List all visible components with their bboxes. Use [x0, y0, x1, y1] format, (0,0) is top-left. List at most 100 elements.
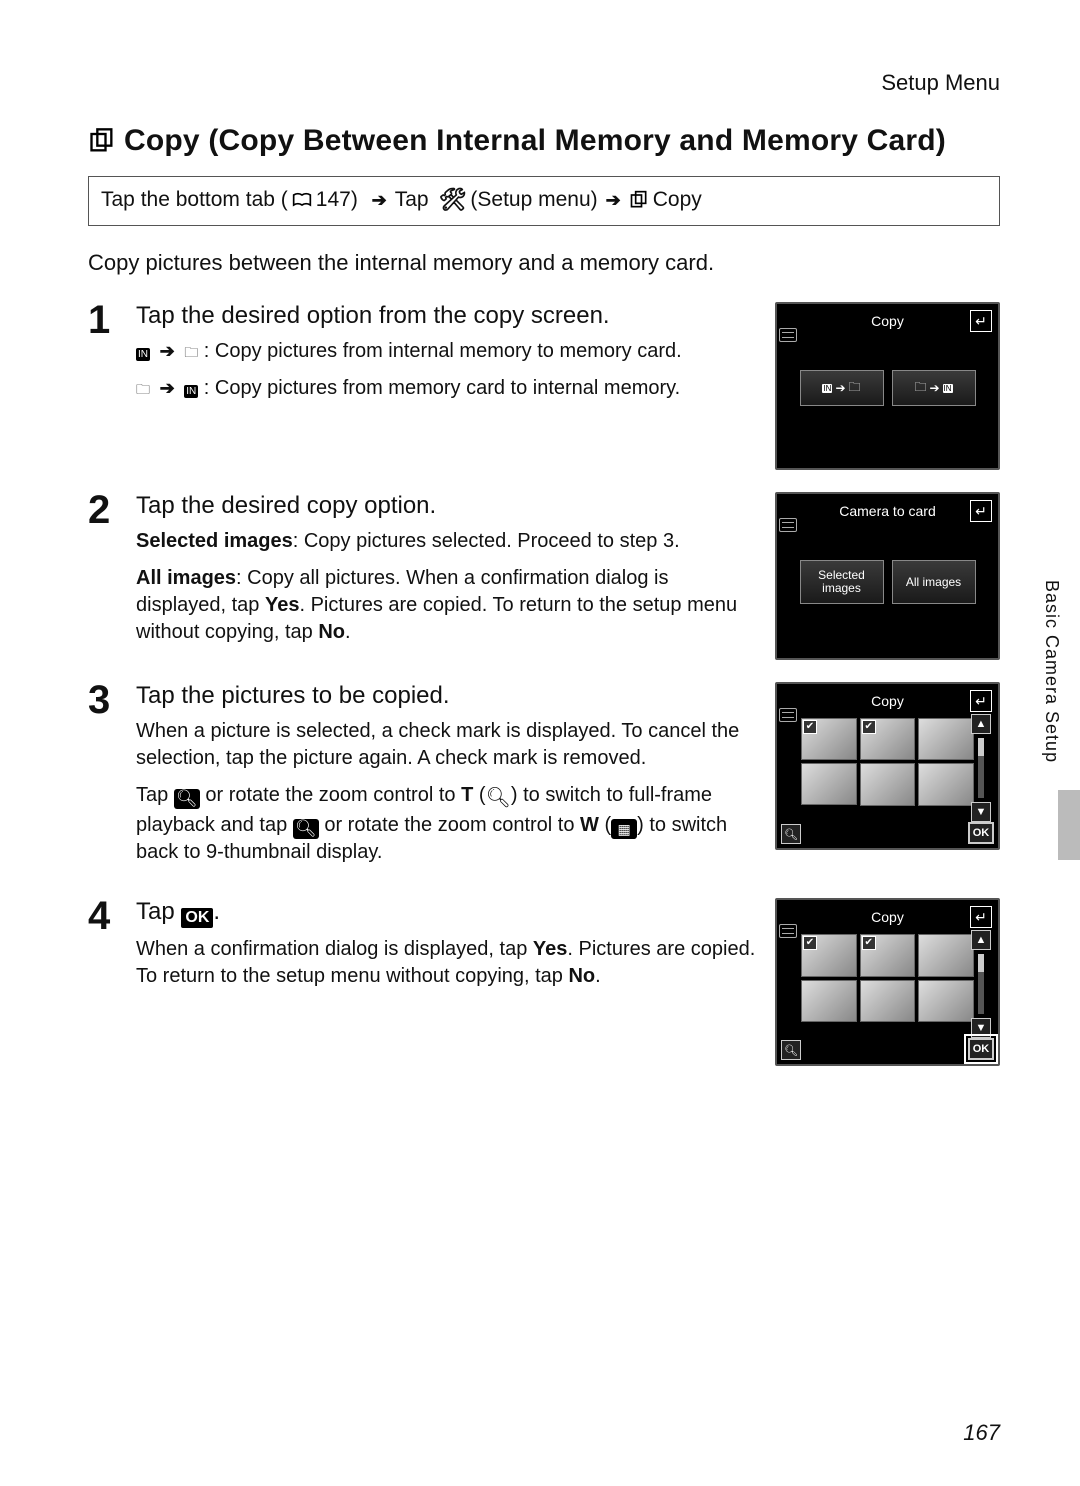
s1l2: : Copy pictures from memory card to inte…	[204, 377, 680, 399]
arrow-icon: ➔	[160, 341, 175, 361]
bc-ref: 147)	[316, 188, 364, 212]
scroll-down-icon[interactable]: ▼	[971, 1018, 991, 1038]
zoom-icon[interactable]: 🔍︎	[781, 1040, 801, 1060]
menu-icon[interactable]	[779, 518, 797, 532]
s2-no: No	[318, 621, 345, 643]
thumbnail[interactable]: ✔	[860, 718, 916, 760]
thumbnail[interactable]	[918, 718, 974, 760]
magnify-icon: 🔍︎	[486, 785, 511, 812]
copy-icon	[629, 190, 649, 210]
side-tab-marker	[1058, 790, 1080, 860]
s3a: Tap	[136, 784, 174, 806]
thumbnail[interactable]: ✔	[801, 934, 857, 976]
s2-b2: All images	[136, 567, 236, 589]
all-images-button[interactable]: All images	[892, 560, 976, 604]
title-text: Copy (Copy Between Internal Memory and M…	[124, 124, 946, 158]
lcd4-title: Copy	[871, 909, 904, 925]
s3d: (	[473, 784, 485, 806]
copy-in-to-card-button[interactable]: IN➔🗀︎	[800, 370, 884, 406]
bc-t2: Tap	[395, 188, 435, 212]
card-icon: 🗀︎	[136, 381, 150, 397]
thumbnail[interactable]	[918, 980, 974, 1022]
scrollbar[interactable]	[978, 738, 984, 798]
thumbnail[interactable]: ✔	[860, 934, 916, 976]
lcd-thumbnail-select: Copy ↵ ✔ ✔ 🔍︎ ▲ ▼ OK	[775, 682, 1000, 850]
in-chip-icon: IN	[136, 348, 150, 361]
s4ha: Tap	[136, 898, 181, 925]
lcd3-title: Copy	[871, 693, 904, 709]
scroll-down-icon[interactable]: ▼	[971, 802, 991, 822]
step3-p1: When a picture is selected, a check mark…	[136, 718, 757, 772]
scroll-up-icon[interactable]: ▲	[971, 930, 991, 950]
thumbnail[interactable]	[801, 763, 857, 805]
thumbnail[interactable]	[918, 763, 974, 805]
thumbnail[interactable]: ✔	[801, 718, 857, 760]
book-icon	[292, 192, 312, 208]
step1-head: Tap the desired option from the copy scr…	[136, 302, 757, 330]
thumbnail[interactable]	[860, 980, 916, 1022]
step2-p1: Selected images: Copy pictures selected.…	[136, 528, 757, 555]
arrow-icon: ➔	[160, 378, 175, 398]
arrow-icon: ➔	[606, 190, 621, 211]
step-num: 1	[88, 302, 118, 338]
lcd-copy-screen: Copy ↵ IN➔🗀︎ 🗀︎➔IN	[775, 302, 1000, 470]
thumbnail[interactable]	[918, 934, 974, 976]
step-4: 4 Tap OK. When a confirmation dialog is …	[88, 898, 1000, 1066]
lcd1-title: Copy	[871, 313, 904, 329]
lcd2-title: Camera to card	[839, 503, 935, 519]
bc-t3: (Setup menu)	[470, 188, 597, 212]
check-icon: ✔	[862, 720, 876, 734]
ok-button[interactable]: OK	[968, 1038, 994, 1060]
zoom-icon[interactable]: 🔍︎	[781, 824, 801, 844]
copy-icon	[88, 127, 116, 155]
back-icon[interactable]: ↵	[970, 906, 992, 928]
s3c: T	[461, 784, 473, 806]
s3f: or rotate the zoom control to	[319, 814, 580, 836]
scroll-up-icon[interactable]: ▲	[971, 714, 991, 734]
step4-head: Tap OK.	[136, 898, 757, 928]
back-icon[interactable]: ↵	[970, 500, 992, 522]
scrollbar[interactable]	[978, 954, 984, 1014]
step1-line1: IN ➔ 🗀︎ : Copy pictures from internal me…	[136, 338, 757, 365]
thumbnail[interactable]	[801, 980, 857, 1022]
back-icon[interactable]: ↵	[970, 310, 992, 332]
step-num: 3	[88, 682, 118, 718]
s4no: No	[568, 965, 595, 987]
page-title: Copy (Copy Between Internal Memory and M…	[88, 124, 1000, 158]
check-icon: ✔	[803, 936, 817, 950]
s4a: When a confirmation dialog is displayed,…	[136, 938, 533, 960]
copy-card-to-in-button[interactable]: 🗀︎➔IN	[892, 370, 976, 406]
wrench-icon: 🛠︎	[438, 187, 466, 213]
check-icon: ✔	[803, 720, 817, 734]
s2-yes: Yes	[265, 594, 299, 616]
s3h: (	[599, 814, 611, 836]
ok-button[interactable]: OK	[968, 822, 994, 844]
s4e: .	[595, 965, 601, 987]
selected-images-button[interactable]: Selected images	[800, 560, 884, 604]
menu-icon[interactable]	[779, 328, 797, 342]
s3g: W	[580, 814, 599, 836]
s2-t1: : Copy pictures selected. Proceed to ste…	[293, 530, 680, 552]
zoom-out-icon: 🔍︎	[293, 819, 319, 839]
step1-line2: 🗀︎ ➔ IN : Copy pictures from memory card…	[136, 375, 757, 402]
bc-t1: Tap the bottom tab (	[101, 188, 288, 212]
page-number: 167	[963, 1420, 1000, 1446]
step-num: 4	[88, 898, 118, 934]
in-chip-icon: IN	[184, 385, 198, 398]
step4-p1: When a confirmation dialog is displayed,…	[136, 936, 757, 990]
step3-p2: Tap 🔍︎ or rotate the zoom control to T (…	[136, 782, 757, 866]
thumbnail[interactable]	[860, 763, 916, 805]
step-2: 2 Tap the desired copy option. Selected …	[88, 492, 1000, 660]
back-icon[interactable]: ↵	[970, 690, 992, 712]
menu-icon[interactable]	[779, 924, 797, 938]
s1l1: : Copy pictures from internal memory to …	[204, 340, 682, 362]
bc-t4: Copy	[653, 188, 702, 212]
lcd-confirm: Copy ↵ ✔ ✔ 🔍︎ ▲ ▼ OK	[775, 898, 1000, 1066]
s3b: or rotate the zoom control to	[200, 784, 461, 806]
step-3: 3 Tap the pictures to be copied. When a …	[88, 682, 1000, 876]
s4yes: Yes	[533, 938, 567, 960]
grid-icon: ▦	[611, 819, 637, 839]
breadcrumb: Tap the bottom tab ( 147) ➔ Tap 🛠︎ (Setu…	[88, 176, 1000, 226]
menu-icon[interactable]	[779, 708, 797, 722]
check-icon: ✔	[862, 936, 876, 950]
